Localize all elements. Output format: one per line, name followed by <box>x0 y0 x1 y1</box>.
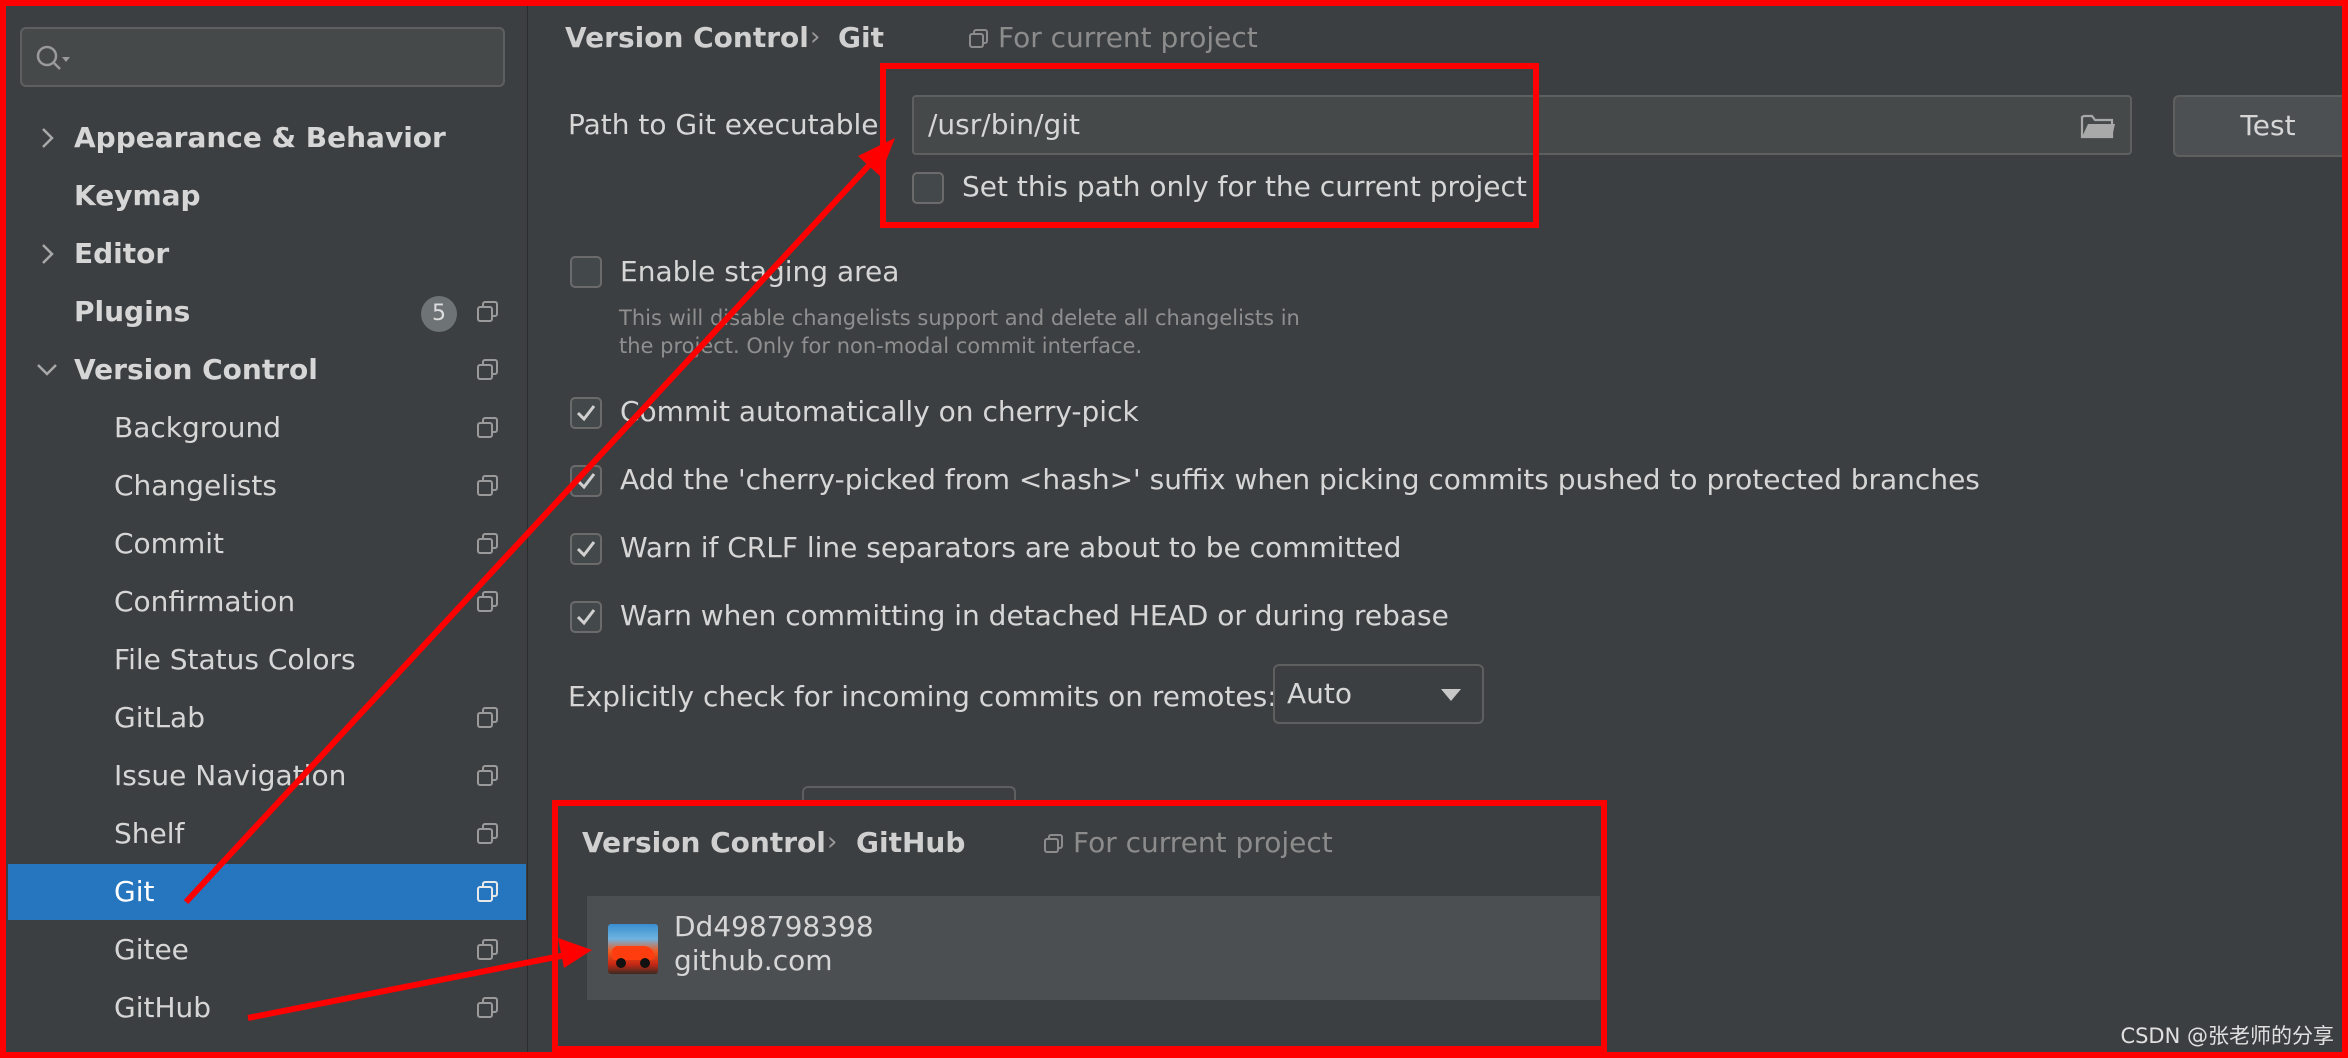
arrow-head <box>558 938 592 968</box>
arrow-git-to-path <box>183 159 875 905</box>
annotation-arrows <box>183 138 895 1021</box>
arrow-github-to-account <box>247 952 567 1021</box>
watermark: CSDN @张老师的分享 <box>2120 1024 2334 1048</box>
